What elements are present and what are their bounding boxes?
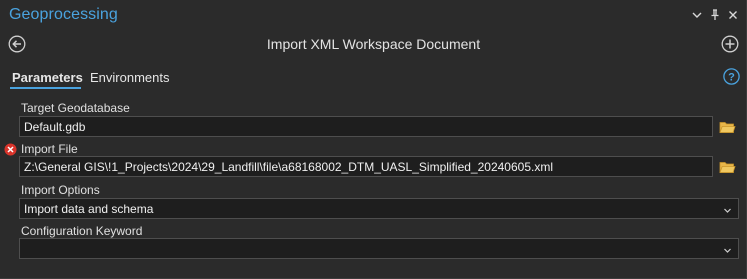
- configuration-keyword-label: Configuration Keyword: [21, 224, 143, 238]
- import-options-label: Import Options: [21, 183, 100, 197]
- svg-text:?: ?: [728, 72, 735, 84]
- target-geodatabase-label: Target Geodatabase: [21, 101, 130, 115]
- tool-title: Import XML Workspace Document: [266, 36, 481, 52]
- pane-menu-icon[interactable]: [690, 8, 704, 22]
- pane-title: Geoprocessing: [9, 6, 118, 23]
- folder-browse-icon[interactable]: [719, 120, 736, 134]
- folder-browse-icon[interactable]: [719, 160, 736, 174]
- chevron-down-icon: [723, 204, 732, 213]
- tab-environments[interactable]: Environments: [90, 70, 169, 85]
- close-icon[interactable]: [726, 8, 740, 22]
- geoprocessing-pane: Geoprocessing Import XML Workspace Docum…: [0, 0, 747, 279]
- pane-titlebar: Geoprocessing: [0, 0, 747, 30]
- target-geodatabase-field[interactable]: Default.gdb: [19, 116, 713, 137]
- error-icon: [4, 143, 17, 156]
- configuration-keyword-select[interactable]: [19, 238, 739, 259]
- help-icon[interactable]: ?: [723, 68, 740, 85]
- tab-parameters[interactable]: Parameters: [12, 70, 83, 85]
- import-file-label: Import File: [21, 142, 78, 156]
- import-options-select[interactable]: Import data and schema: [19, 198, 739, 219]
- import-file-field[interactable]: Z:\General GIS\!1_Projects\2024\29_Landf…: [19, 156, 713, 177]
- add-icon[interactable]: [721, 35, 739, 53]
- chevron-down-icon: [723, 244, 732, 253]
- pin-icon[interactable]: [708, 8, 722, 22]
- import-options-value: Import data and schema: [24, 202, 154, 216]
- active-tab-indicator: [10, 87, 81, 89]
